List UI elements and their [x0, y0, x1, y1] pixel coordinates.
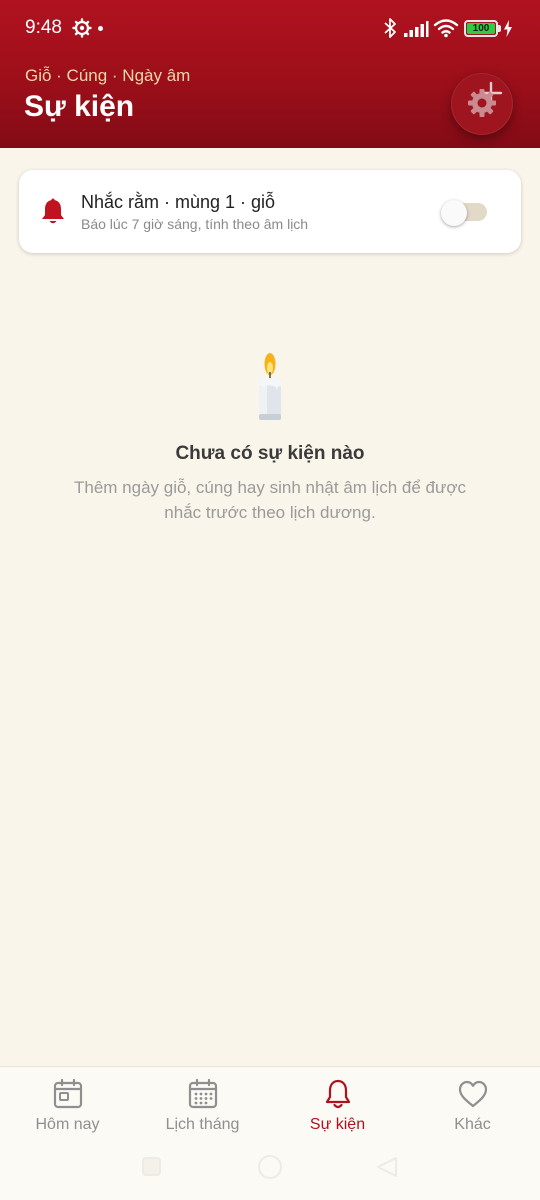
toggle-thumb — [441, 200, 467, 226]
calendar-grid-icon — [188, 1078, 218, 1109]
reminder-subtitle: Báo lúc 7 giờ sáng, tính theo âm lịch — [81, 216, 309, 232]
back-icon[interactable] — [376, 1156, 398, 1178]
candle-icon — [259, 353, 281, 420]
nav-label-month-calendar: Lịch tháng — [165, 1116, 240, 1133]
reminder-toggle[interactable] — [441, 200, 487, 226]
reminder-title: Nhắc rằm · mùng 1 · giỗ — [81, 192, 276, 212]
notification-dot — [98, 26, 103, 31]
bluetooth-icon — [384, 18, 396, 38]
bell-icon — [325, 1079, 351, 1109]
nav-item-month-calendar[interactable]: Lịch tháng — [135, 1076, 270, 1142]
charging-icon — [504, 20, 512, 37]
empty-state-title: Chưa có sự kiện nào — [175, 443, 365, 464]
battery-level: 100 — [467, 23, 495, 34]
signal-icon — [404, 21, 429, 37]
page-title: Sự kiện — [24, 90, 135, 123]
status-bar: 9:48 100 — [0, 0, 540, 58]
gear-icon[interactable] — [466, 87, 498, 119]
wifi-icon — [433, 19, 459, 38]
nav-label-events: Sự kiện — [309, 1116, 366, 1133]
heart-icon — [458, 1080, 488, 1108]
today-icon — [53, 1078, 83, 1109]
recent-apps-button[interactable] — [142, 1157, 161, 1176]
nav-item-today[interactable]: Hôm nay — [0, 1076, 135, 1142]
settings-status-icon — [72, 18, 92, 38]
home-button[interactable] — [258, 1155, 282, 1179]
battery-indicator: 100 — [464, 20, 498, 37]
nav-label-today: Hôm nay — [35, 1116, 100, 1133]
header-subtitle: Giỗ · Cúng · Ngày âm — [25, 66, 191, 85]
empty-state-description: Thêm ngày giỗ, cúng hay sinh nhật âm lịc… — [73, 478, 467, 522]
bell-icon — [42, 198, 64, 224]
nav-item-more[interactable]: Khác — [405, 1076, 540, 1142]
status-time: 9:48 — [25, 17, 62, 38]
battery-nub — [498, 25, 501, 32]
nav-label-more: Khác — [454, 1116, 491, 1133]
nav-item-events[interactable]: Sự kiện — [270, 1076, 405, 1142]
